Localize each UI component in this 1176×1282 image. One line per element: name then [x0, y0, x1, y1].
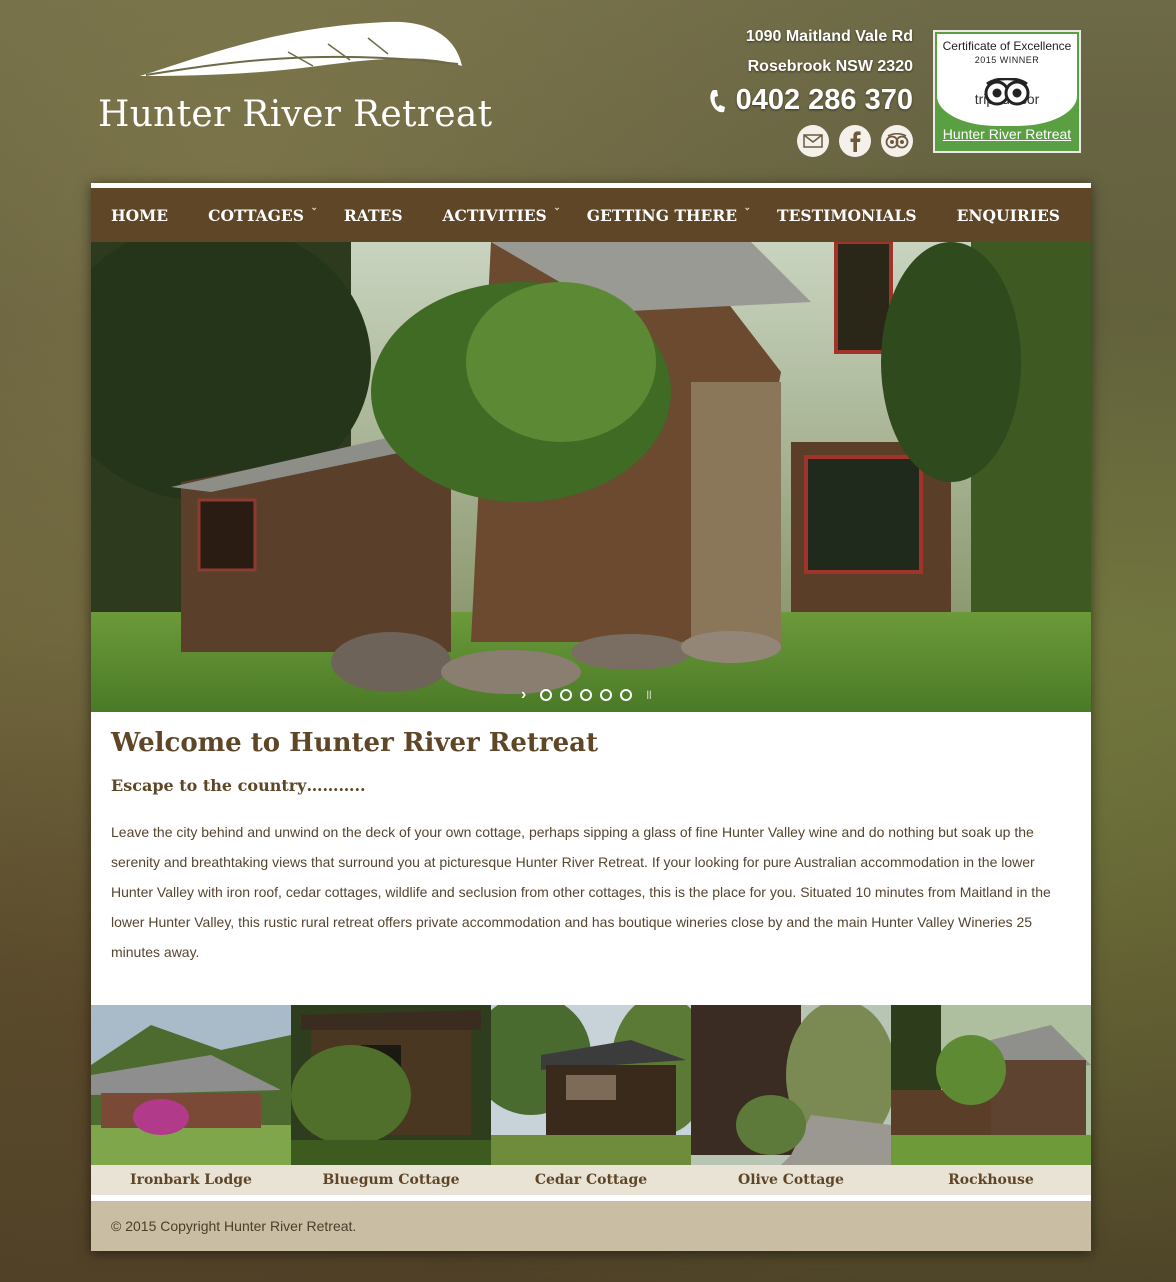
cottage-name: Bluegum Cottage [291, 1165, 491, 1195]
slider-controls: › ll [521, 686, 652, 704]
nav-rates-label: RATES [343, 205, 403, 225]
slide-dot-4[interactable] [600, 689, 613, 701]
nav-rates[interactable]: RATES [344, 206, 403, 225]
phone-number[interactable]: 0402 286 370 [736, 84, 913, 117]
chevron-down-icon: ⌄ [310, 202, 318, 213]
social-icons [708, 125, 913, 157]
chevron-down-icon: ⌄ [743, 202, 752, 213]
cottage-ironbark-lodge[interactable]: Ironbark Lodge [91, 1005, 291, 1195]
nav-activities[interactable]: ACTIVITIES ⌄ [442, 203, 561, 225]
contact-block: 1090 Maitland Vale Rd Rosebrook NSW 2320… [708, 22, 913, 157]
email-icon[interactable] [797, 125, 829, 157]
certificate-winner: 2015 WINNER [974, 55, 1040, 65]
address-line-2: Rosebrook NSW 2320 [747, 58, 913, 75]
nav-cottages[interactable]: COTTAGES ⌄ [208, 203, 318, 225]
tripadvisor-certificate: Certificate of Excellence 2015 WINNER tr… [933, 30, 1081, 153]
main-container: HOME COTTAGES ⌄ RATES ACTIVITIES ⌄ GETTING… [91, 183, 1091, 1251]
nav-home[interactable]: HOME [111, 206, 168, 225]
tripadvisor-icon[interactable] [881, 125, 913, 157]
next-slide-arrow[interactable]: › [521, 686, 526, 704]
copyright-text: © 2015 Copyright Hunter River Retreat. [111, 1218, 357, 1234]
cottage-olive-cottage[interactable]: Olive Cottage [691, 1005, 891, 1195]
nav-testimonials[interactable]: TESTIMONIALS [777, 206, 917, 225]
pause-button[interactable]: ll [646, 688, 651, 702]
page-title: Welcome to Hunter River Retreat [111, 728, 598, 758]
cottage-thumbnail [91, 1005, 291, 1165]
cottage-name: Rockhouse [891, 1165, 1091, 1195]
address-line-1: 1090 Maitland Vale Rd [745, 28, 913, 45]
welcome-section: Welcome to Hunter River Retreat Escape t… [91, 712, 1091, 967]
certificate-badge: Certificate of Excellence 2015 WINNER tr… [937, 34, 1077, 126]
main-nav: HOME COTTAGES ⌄ RATES ACTIVITIES ⌄ GETTING… [91, 183, 1091, 242]
site-logo[interactable]: Hunter River Retreat [98, 18, 498, 138]
cottage-thumbnail [891, 1005, 1091, 1165]
tripadvisor-owl-icon [984, 78, 1030, 106]
hero-slider[interactable]: › ll [91, 242, 1091, 712]
cottage-name: Cedar Cottage [491, 1165, 691, 1195]
phone-row[interactable]: 0402 286 370 [708, 84, 913, 117]
cottage-rockhouse[interactable]: Rockhouse [891, 1005, 1091, 1195]
nav-getting-there-label: GETTING THERE [586, 205, 738, 225]
leaf-logo-icon [140, 21, 462, 76]
logo-text: Hunter River Retreat [98, 94, 493, 135]
nav-testimonials-label: TESTIMONIALS [777, 205, 917, 225]
site-footer: © 2015 Copyright Hunter River Retreat. [91, 1201, 1091, 1251]
nav-cottages-label: COTTAGES [208, 205, 304, 225]
cottage-name: Olive Cottage [691, 1165, 891, 1195]
cottage-bluegum-cottage[interactable]: Bluegum Cottage [291, 1005, 491, 1195]
cottage-thumbnail [291, 1005, 491, 1165]
nav-enquiries-label: ENQUIRIES [956, 205, 1060, 225]
nav-enquiries[interactable]: ENQUIRIES [957, 206, 1060, 225]
intro-paragraph: Leave the city behind and unwind on the … [111, 824, 1051, 960]
certificate-title: Certificate of Excellence [942, 39, 1072, 53]
site-header: Hunter River Retreat 1090 Maitland Vale … [0, 0, 1176, 185]
nav-getting-there[interactable]: GETTING THERE ⌄ [586, 203, 751, 225]
cottage-thumbnail [691, 1005, 891, 1165]
page-subtitle: Escape to the country……….. [111, 776, 366, 795]
slide-dot-1[interactable] [540, 689, 553, 701]
phone-icon [709, 89, 725, 112]
slide-dot-5[interactable] [620, 689, 633, 701]
slide-dot-2[interactable] [560, 689, 573, 701]
nav-activities-label: ACTIVITIES [442, 205, 547, 225]
cottage-cedar-cottage[interactable]: Cedar Cottage [491, 1005, 691, 1195]
hero-image [91, 242, 1091, 712]
cottage-name: Ironbark Lodge [91, 1165, 291, 1195]
cottage-thumbnail [491, 1005, 691, 1165]
chevron-down-icon: ⌄ [553, 202, 561, 213]
facebook-icon[interactable] [839, 125, 871, 157]
cottage-gallery: Ironbark Lodge Bluegum Cottage Cedar Cot… [91, 1005, 1091, 1195]
certificate-link[interactable]: Hunter River Retreat [935, 126, 1079, 142]
nav-home-label: HOME [111, 205, 169, 225]
slide-dot-3[interactable] [580, 689, 593, 701]
